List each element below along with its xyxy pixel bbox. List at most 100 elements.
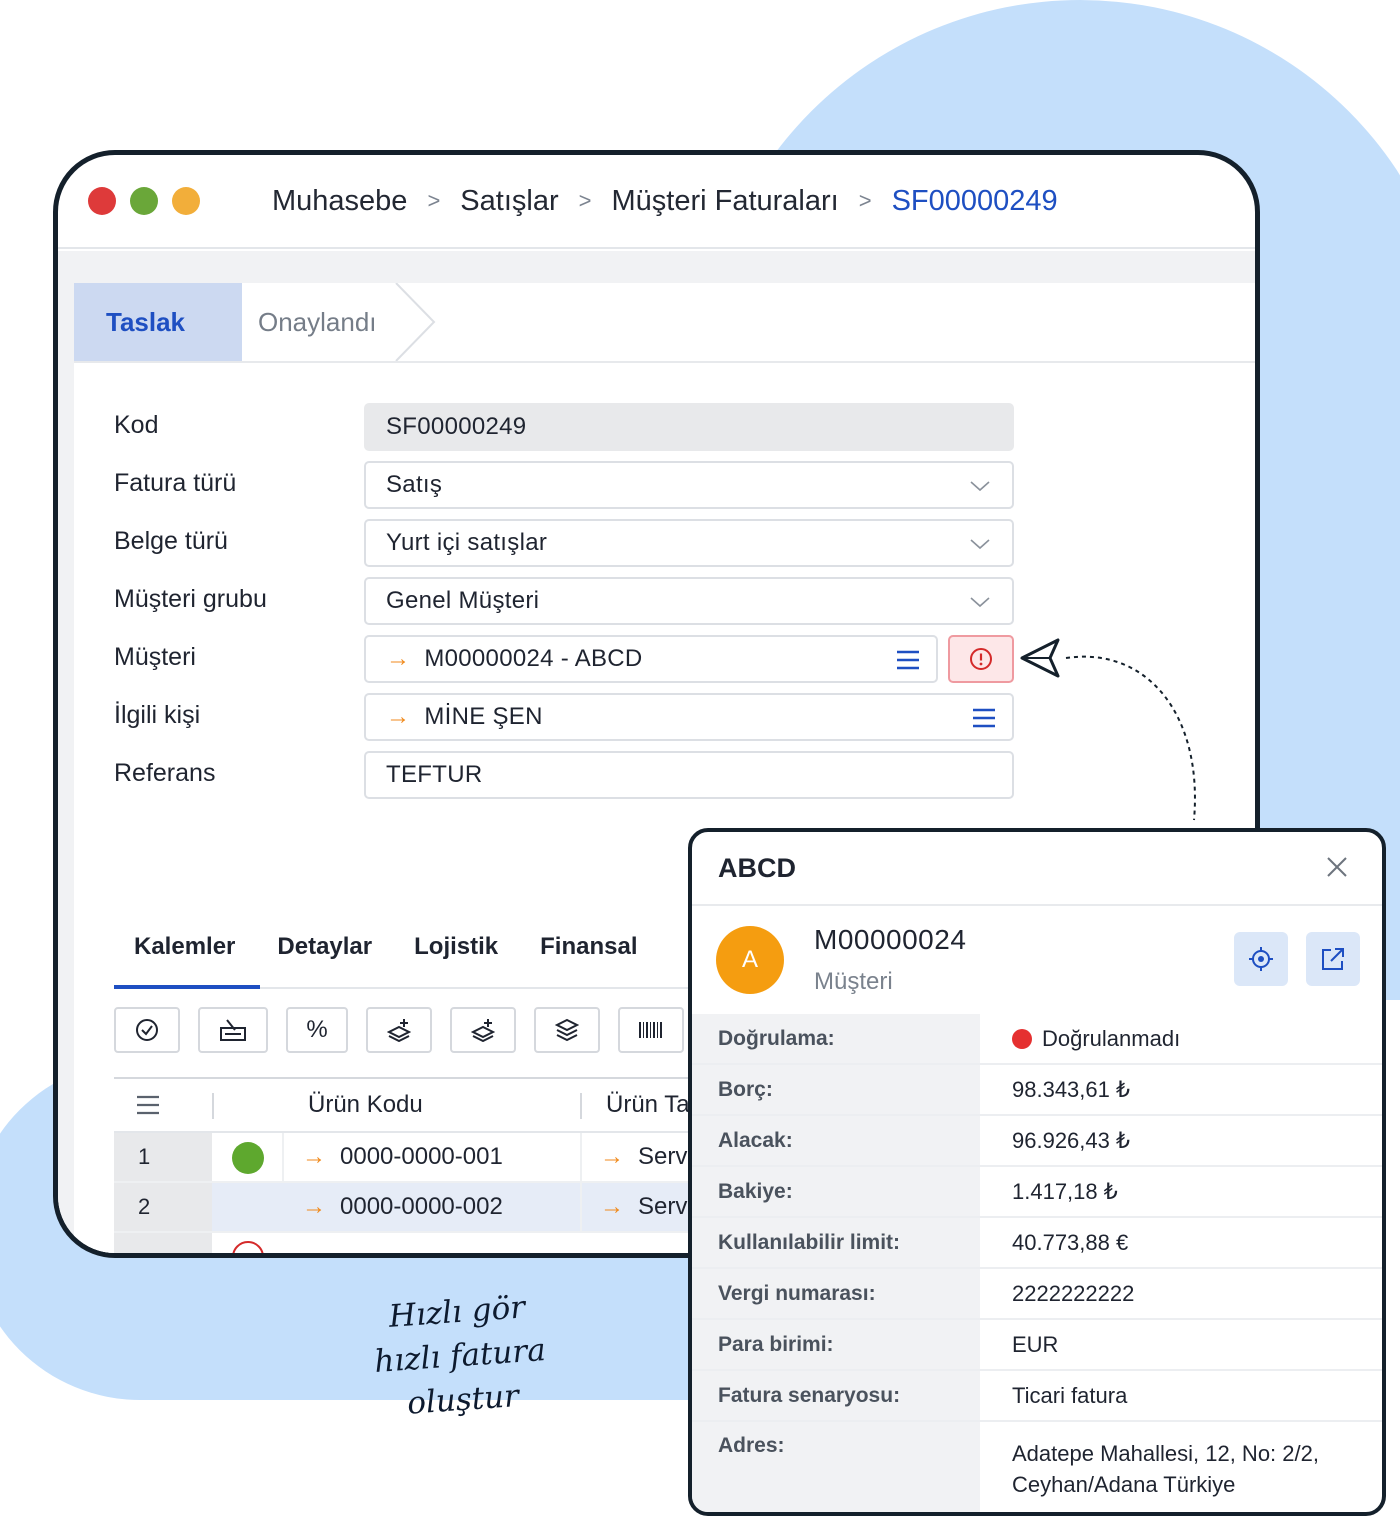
items-toolbar: % — [114, 1007, 684, 1053]
info-label: Para birimi: — [692, 1320, 980, 1369]
info-row: Doğrulama: Doğrulanmadı — [692, 1014, 1382, 1065]
step-approved[interactable]: Onaylandı — [258, 283, 377, 361]
arrow-right-icon[interactable]: → — [302, 1143, 326, 1171]
chevron-down-icon — [970, 539, 990, 550]
chevron-right-icon: > — [578, 188, 592, 213]
add-layer-button[interactable] — [450, 1007, 516, 1053]
row-index — [114, 1233, 212, 1253]
arrow-right-icon[interactable]: → — [386, 703, 410, 731]
discount-button[interactable]: % — [286, 1007, 348, 1053]
column-menu-icon[interactable] — [136, 1095, 160, 1115]
column-header-product-code[interactable]: Ürün Kodu — [308, 1079, 423, 1131]
reference-input[interactable]: TEFTUR — [364, 751, 1014, 799]
layers-add-icon — [471, 1019, 495, 1042]
info-row: Para birimi: EUR — [692, 1320, 1382, 1371]
minimize-window-dot[interactable] — [172, 187, 200, 215]
tab-items[interactable]: Kalemler — [134, 933, 235, 983]
breadcrumb-item[interactable]: Muhasebe — [272, 185, 407, 218]
close-icon[interactable] — [1326, 856, 1348, 878]
info-row: Borç: 98.343,61 ₺ — [692, 1065, 1382, 1116]
info-row: Vergi numarası: 2222222222 — [692, 1269, 1382, 1320]
field-label: Fatura türü — [114, 469, 237, 497]
add-layer-button[interactable] — [366, 1007, 432, 1053]
locate-icon — [1249, 947, 1273, 971]
info-label: Doğrulama: — [692, 1014, 980, 1063]
breadcrumb: Muhasebe > Satışlar > Müşteri Faturaları… — [272, 185, 1058, 218]
field-label: Kod — [114, 411, 159, 439]
invoice-type-select[interactable]: Satış — [364, 461, 1014, 509]
row-index: 2 — [114, 1183, 212, 1231]
status-red-icon — [1012, 1028, 1032, 1049]
table-row[interactable] — [114, 1233, 734, 1253]
field-label: Müşteri grubu — [114, 585, 267, 613]
field-label: Belge türü — [114, 527, 228, 555]
breadcrumb-item[interactable]: Satışlar — [460, 185, 558, 218]
list-icon[interactable] — [972, 707, 996, 729]
active-tab-indicator — [114, 985, 260, 989]
list-icon[interactable] — [896, 649, 920, 671]
arrow-right-icon[interactable]: → — [302, 1193, 326, 1221]
customer-info-button[interactable] — [948, 635, 1014, 683]
layers-button[interactable] — [534, 1007, 600, 1053]
chevron-right-icon: > — [427, 188, 441, 213]
breadcrumb-current: SF00000249 — [891, 184, 1058, 217]
avatar: A — [716, 926, 784, 994]
code-field: SF00000249 — [364, 403, 1014, 451]
info-value: 1.417,18 ₺ — [1012, 1178, 1118, 1204]
info-row: Alacak: 96.926,43 ₺ — [692, 1116, 1382, 1167]
status-red-icon — [232, 1241, 264, 1253]
info-label: Adres: — [692, 1422, 980, 1512]
customer-group-select[interactable]: Genel Müşteri — [364, 577, 1014, 625]
divider — [74, 361, 1255, 363]
field-label: Müşteri — [114, 643, 196, 671]
maximize-window-dot[interactable] — [130, 187, 158, 215]
info-value: Adatepe Mahallesi, 12, No: 2/2, Ceyhan/Ad… — [1012, 1422, 1319, 1512]
customer-field[interactable]: → M00000024 - ABCD — [364, 635, 938, 683]
approve-button[interactable] — [114, 1007, 180, 1053]
note-line: hızlı fatura oluştur — [373, 1332, 547, 1422]
table-row[interactable]: 2 → 0000-0000-002 → Serv — [114, 1183, 734, 1233]
step-divider-icon — [395, 283, 436, 361]
customer-code: M00000024 — [814, 924, 967, 955]
title-bar: Muhasebe > Satışlar > Müşteri Faturaları… — [58, 155, 1255, 249]
row-index: 1 — [114, 1133, 212, 1181]
tab-details[interactable]: Detaylar — [277, 933, 372, 983]
grid-header: Ürün Kodu Ürün Ta — [114, 1077, 734, 1133]
column-header-product-name[interactable]: Ürün Ta — [606, 1079, 690, 1131]
product-name-cell: → Serv — [600, 1193, 688, 1221]
sign-button[interactable] — [198, 1007, 268, 1053]
arrow-right-icon[interactable]: → — [386, 645, 410, 673]
popover-title: ABCD — [692, 832, 1382, 906]
info-label: Fatura senaryosu: — [692, 1371, 980, 1420]
tab-logistics[interactable]: Lojistik — [414, 933, 498, 983]
info-label: Kullanılabilir limit: — [692, 1218, 980, 1267]
product-code-cell: → 0000-0000-001 — [302, 1143, 503, 1171]
breadcrumb-item[interactable]: Müşteri Faturaları — [611, 185, 838, 218]
customer-info-table: Doğrulama: Doğrulanmadı Borç: 98.343,61 … — [692, 1014, 1382, 1512]
document-type-select[interactable]: Yurt içi satışlar — [364, 519, 1014, 567]
table-row[interactable]: 1 → 0000-0000-001 → Serv — [114, 1133, 734, 1183]
product-name-cell: → Serv — [600, 1143, 688, 1171]
field-label: Referans — [114, 759, 216, 787]
contact-person-field[interactable]: → MİNE ŞEN — [364, 693, 1014, 741]
chevron-right-icon: > — [858, 188, 872, 213]
layers-icon — [555, 1018, 579, 1042]
check-circle-icon — [136, 1019, 158, 1041]
info-row: Fatura senaryosu: Ticari fatura — [692, 1371, 1382, 1422]
address-line: Ceyhan/Adana Türkiye — [1012, 1472, 1236, 1497]
arrow-right-icon[interactable]: → — [600, 1143, 624, 1171]
info-label: Bakiye: — [692, 1167, 980, 1216]
alert-circle-icon — [970, 648, 992, 670]
field-label: İlgili kişi — [114, 701, 201, 729]
info-label: Alacak: — [692, 1116, 980, 1165]
chevron-down-icon — [970, 481, 990, 492]
barcode-button[interactable] — [618, 1007, 684, 1053]
tab-financial[interactable]: Finansal — [540, 933, 637, 983]
open-external-button[interactable] — [1306, 932, 1360, 986]
info-value: 40.773,88 € — [1012, 1229, 1129, 1255]
locate-button[interactable] — [1234, 932, 1288, 986]
info-value: 98.343,61 ₺ — [1012, 1076, 1130, 1102]
arrow-right-icon[interactable]: → — [600, 1193, 624, 1221]
close-window-dot[interactable] — [88, 187, 116, 215]
info-value: EUR — [1012, 1331, 1059, 1357]
